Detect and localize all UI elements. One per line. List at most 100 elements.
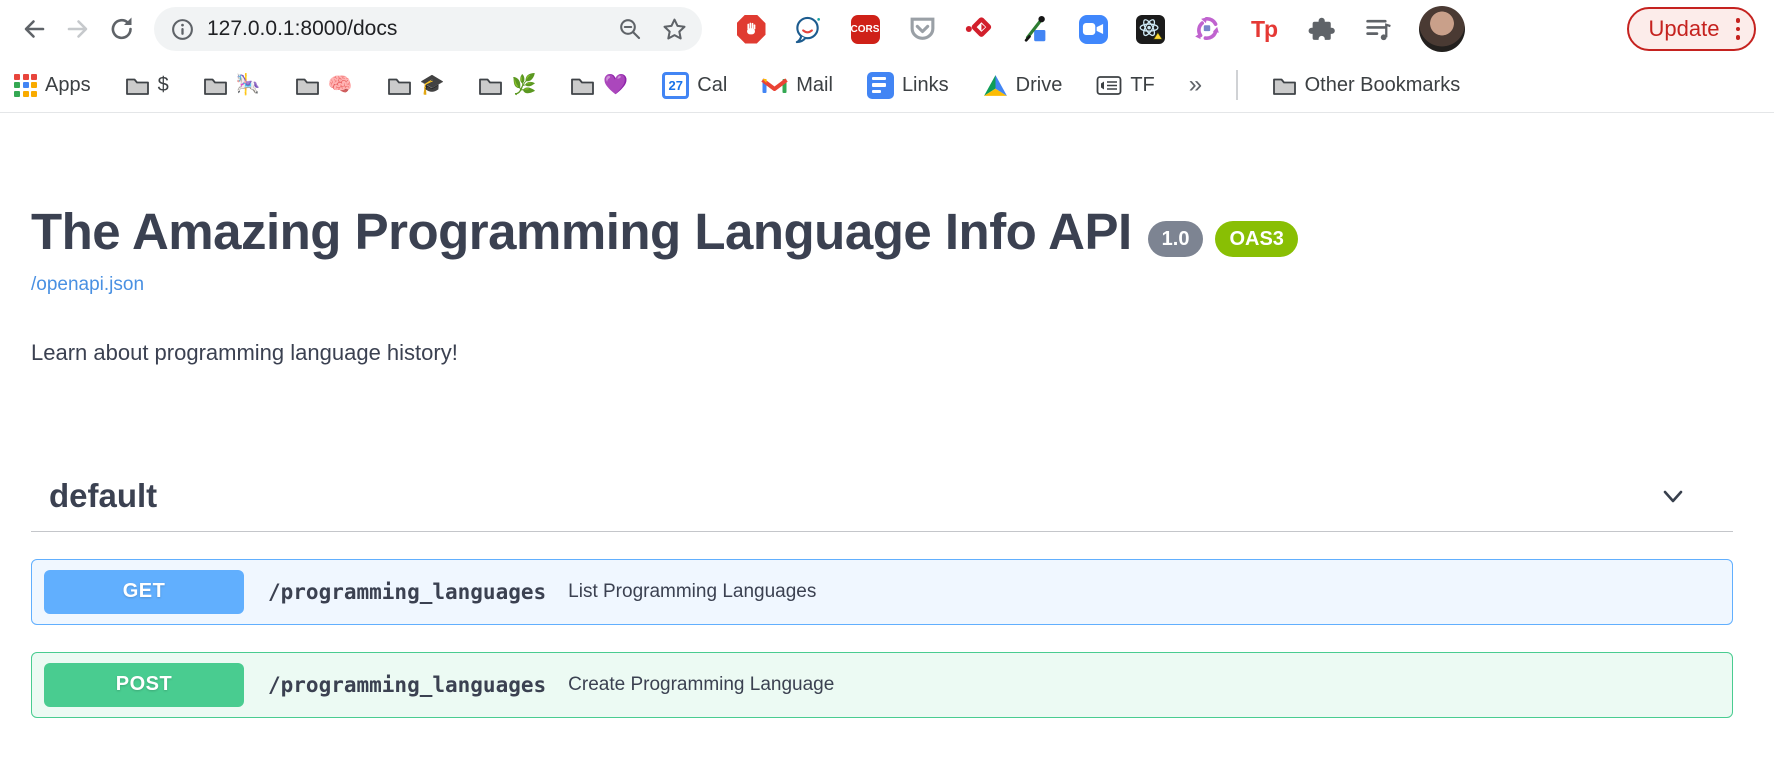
bookmark-folder-dollar[interactable]: $ xyxy=(125,75,169,96)
tp-icon: Tp xyxy=(1251,16,1277,43)
reload-button[interactable] xyxy=(100,7,144,51)
apps-label: Apps xyxy=(45,74,91,97)
browser-toolbar: 127.0.0.1:8000/docs xyxy=(0,0,1774,58)
adblock-hand-icon xyxy=(737,15,766,44)
bookmark-label: Drive xyxy=(1016,74,1063,97)
back-arrow-icon xyxy=(19,14,49,44)
react-atom-icon xyxy=(1136,15,1165,44)
adblock-extension[interactable] xyxy=(736,14,766,44)
bookmark-drive[interactable]: Drive xyxy=(983,74,1063,97)
bookmark-folder-brain[interactable]: 🧠 xyxy=(295,75,353,96)
openapi-spec-link[interactable]: /openapi.json xyxy=(31,274,144,296)
chevron-down-icon[interactable] xyxy=(1658,481,1688,511)
forward-button[interactable] xyxy=(56,7,100,51)
page-title: The Amazing Programming Language Info AP… xyxy=(31,203,1132,262)
version-badge: 1.0 xyxy=(1148,221,1204,257)
update-button[interactable]: Update xyxy=(1627,7,1756,51)
folder-icon xyxy=(387,75,412,96)
red-diamond-arrow-icon xyxy=(964,14,994,45)
forward-arrow-icon xyxy=(63,14,93,44)
flashcard-icon xyxy=(1096,75,1122,96)
tag-section-default: default GET /programming_languages List … xyxy=(31,463,1733,718)
eyedropper-icon xyxy=(1021,13,1051,45)
bookmark-tf[interactable]: TF xyxy=(1096,74,1154,97)
bookmark-label: 🌿 xyxy=(511,75,536,95)
bookmark-links[interactable]: Links xyxy=(867,72,949,99)
url-text[interactable]: 127.0.0.1:8000/docs xyxy=(207,17,617,41)
folder-icon xyxy=(570,75,595,96)
bookmarks-overflow-button[interactable]: » xyxy=(1189,71,1202,99)
bookmark-label: Cal xyxy=(697,74,727,97)
bookmark-label: 💜 xyxy=(603,75,628,95)
other-bookmarks[interactable]: Other Bookmarks xyxy=(1272,74,1461,97)
swagger-docs-page: The Amazing Programming Language Info AP… xyxy=(0,203,1774,718)
bookmark-folder-purple-heart[interactable]: 💜 xyxy=(570,75,628,96)
bookmark-folder-grad-cap[interactable]: 🎓 xyxy=(387,75,445,96)
page-info-icon[interactable] xyxy=(170,17,195,42)
bookmark-label: 🎠 xyxy=(236,75,261,95)
method-badge: GET xyxy=(44,570,244,614)
extensions-group: CORS xyxy=(736,14,1393,44)
bookmarks-bar: Apps $ 🎠 🧠 🎓 🌿 💜 2 xyxy=(0,58,1774,113)
folder-icon xyxy=(203,75,228,96)
endpoint-path: /programming_languages xyxy=(268,580,546,604)
video-camera-icon xyxy=(1079,15,1108,44)
bookmark-label: Mail xyxy=(796,74,833,97)
api-title-row: The Amazing Programming Language Info AP… xyxy=(31,203,1733,262)
cors-icon: CORS xyxy=(851,15,880,44)
pocket-extension[interactable] xyxy=(907,14,937,44)
zoom-out-icon[interactable] xyxy=(617,16,643,42)
other-bookmarks-label: Other Bookmarks xyxy=(1305,74,1461,97)
bookmark-label: Links xyxy=(902,74,949,97)
zoom-extension[interactable] xyxy=(1078,14,1108,44)
oas3-badge: OAS3 xyxy=(1215,221,1297,257)
bookmarks-divider xyxy=(1236,70,1238,100)
address-bar[interactable]: 127.0.0.1:8000/docs xyxy=(154,7,702,51)
reload-icon xyxy=(107,14,137,44)
bookmark-mail[interactable]: Mail xyxy=(761,74,833,97)
tp-extension[interactable]: Tp xyxy=(1249,14,1279,44)
folder-icon xyxy=(125,75,150,96)
endpoint-row-get[interactable]: GET /programming_languages List Programm… xyxy=(31,559,1733,625)
folder-icon xyxy=(1272,75,1297,96)
tag-name: default xyxy=(49,477,1658,515)
bookmark-folder-carousel-horse[interactable]: 🎠 xyxy=(203,75,261,96)
links-list-icon xyxy=(867,72,894,99)
browser-menu-icon[interactable] xyxy=(1736,18,1741,40)
tag-section-header[interactable]: default xyxy=(31,463,1733,532)
bookmark-calendar[interactable]: 27 Cal xyxy=(662,72,727,99)
apps-grid-icon xyxy=(14,74,37,97)
endpoint-summary: Create Programming Language xyxy=(568,674,834,696)
endpoint-row-post[interactable]: POST /programming_languages Create Progr… xyxy=(31,652,1733,718)
extensions-puzzle-button[interactable] xyxy=(1306,14,1336,44)
bookmark-label: $ xyxy=(158,75,169,95)
languagetool-extension[interactable] xyxy=(793,14,823,44)
method-badge: POST xyxy=(44,663,244,707)
red-arrow-extension[interactable] xyxy=(964,14,994,44)
google-calendar-icon: 27 xyxy=(662,72,689,99)
purple-recycle-icon xyxy=(1192,14,1222,44)
gmail-icon xyxy=(761,75,788,96)
version-badges: 1.0 OAS3 xyxy=(1148,221,1298,257)
bookmark-label: 🧠 xyxy=(328,75,353,95)
puzzle-icon xyxy=(1308,16,1335,43)
back-button[interactable] xyxy=(12,7,56,51)
colorzilla-extension[interactable] xyxy=(1021,14,1051,44)
profile-avatar[interactable] xyxy=(1419,6,1465,52)
endpoint-summary: List Programming Languages xyxy=(568,581,816,603)
speech-bubble-icon xyxy=(793,14,823,45)
recycle-extension[interactable] xyxy=(1192,14,1222,44)
bookmark-label: TF xyxy=(1130,74,1154,97)
bookmark-folder-herb[interactable]: 🌿 xyxy=(478,75,536,96)
react-devtools-extension[interactable] xyxy=(1135,14,1165,44)
playlist-extension[interactable] xyxy=(1363,14,1393,44)
bookmark-star-icon[interactable] xyxy=(661,16,688,43)
cors-extension[interactable]: CORS xyxy=(850,14,880,44)
folder-icon xyxy=(478,75,503,96)
bookmark-label: 🎓 xyxy=(420,75,445,95)
apps-shortcut[interactable]: Apps xyxy=(14,74,91,97)
pocket-shield-icon xyxy=(908,15,937,44)
endpoint-path: /programming_languages xyxy=(268,673,546,697)
api-description: Learn about programming language history… xyxy=(31,340,1733,366)
music-playlist-icon xyxy=(1364,15,1393,44)
